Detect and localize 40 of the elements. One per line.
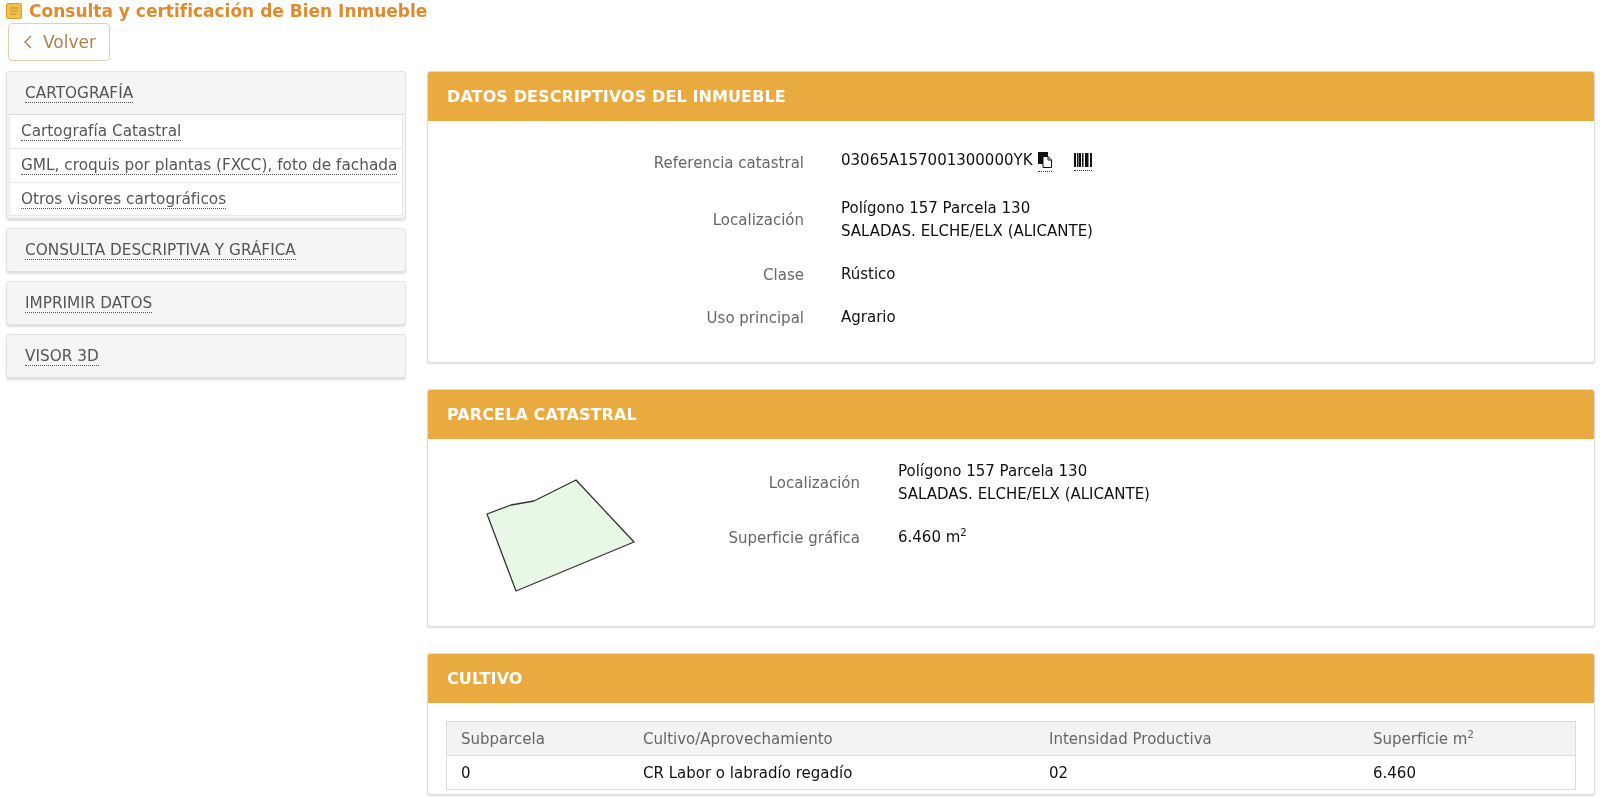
card-title: DATOS DESCRIPTIVOS DEL INMUEBLE [447,87,786,106]
barcode-button[interactable] [1073,153,1092,171]
field-label: Localización [767,473,860,494]
table-cell: 0 [446,755,629,790]
table-cell: 02 [1035,755,1359,790]
back-button[interactable]: Volver [8,23,110,61]
column-header: Intensidad Productiva [1035,721,1359,756]
field-value: Agrario [841,307,896,328]
copy-icon [1037,152,1052,168]
field-value: SALADAS. ELCHE/ELX (ALICANTE) [841,221,1093,242]
field-value: SALADAS. ELCHE/ELX (ALICANTE) [898,484,1150,505]
page-title: Consulta y certificación de Bien Inmueble [29,0,428,21]
column-header: Subparcela [446,721,629,756]
table-cell: CR Labor o labradío regadío [629,755,1035,790]
barcode-icon [1073,153,1092,167]
field-value: Polígono 157 Parcela 130 [898,461,1088,482]
field-value: Polígono 157 Parcela 130 [841,198,1031,219]
chevron-left-icon [24,35,32,49]
field-label: Clase [762,264,804,286]
accordion-title[interactable]: CONSULTA DESCRIPTIVA Y GRÁFICA [25,240,296,260]
field-value: 6.460 m$^{2}$ [898,526,967,548]
field-label: Localización [711,210,804,231]
field-label: Uso principal [705,307,804,329]
accordion-title[interactable]: CARTOGRAFÍA [25,83,134,103]
copy-button[interactable] [1037,152,1052,172]
sidebar-link[interactable]: GML, croquis por plantas (FXCC), foto de fachada [21,156,398,175]
document-icon [6,2,22,19]
sidebar-link[interactable]: Otros visores cartográficos [21,189,227,209]
column-header: Superficie m$^{2}$ [1359,721,1576,756]
field-value: Rústico [841,264,896,285]
card-title: CULTIVO [447,669,523,688]
sidebar-link[interactable]: Cartografía Catastral [21,122,182,141]
card-title: PARCELA CATASTRAL [447,405,637,424]
table-cell: 6.460 [1359,755,1576,790]
accordion-title[interactable]: IMPRIMIR DATOS [25,293,153,313]
column-header: Cultivo/Aprovechamiento [629,721,1035,756]
field-value: 03065A157001300000YK [841,149,1033,171]
field-label: Referencia catastral [652,152,804,174]
accordion-title[interactable]: VISOR 3D [25,346,99,366]
field-label: Superficie gráfica [727,527,860,549]
